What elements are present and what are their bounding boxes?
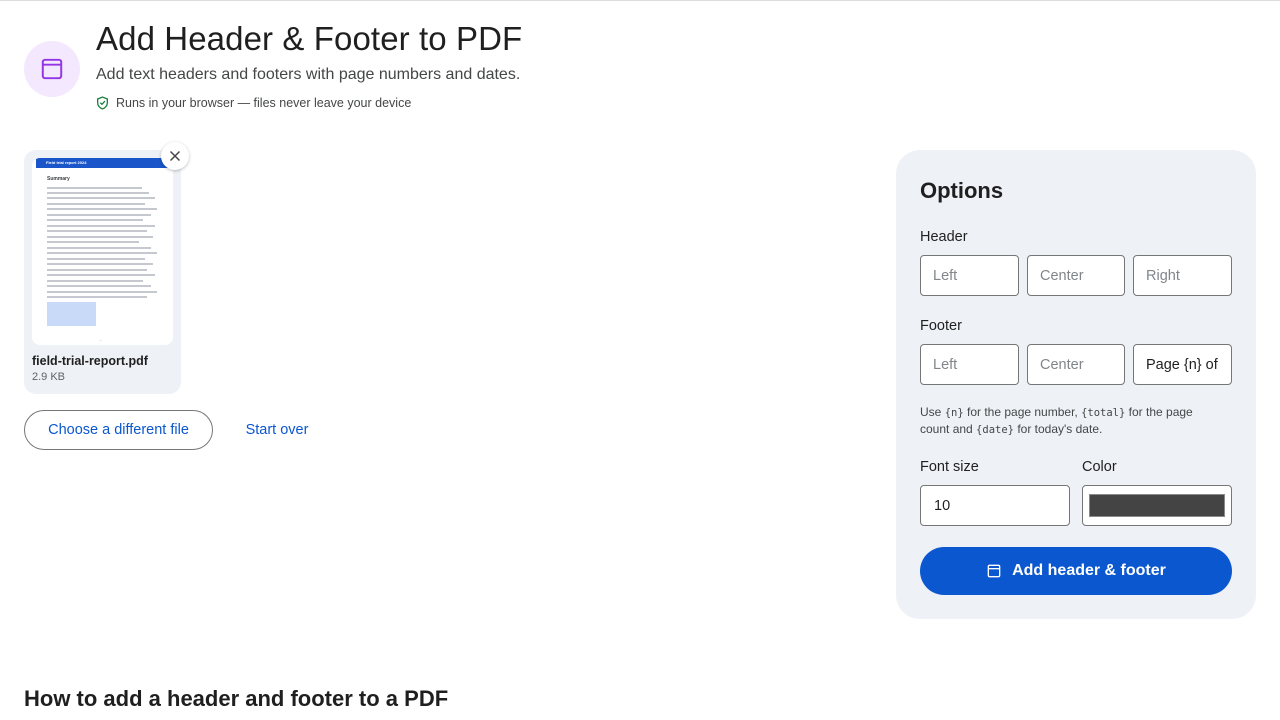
start-over-button[interactable]: Start over	[229, 410, 325, 450]
color-swatch	[1089, 494, 1225, 517]
options-title: Options	[920, 178, 1004, 203]
hint-token-n: {n}	[944, 407, 964, 419]
thumbnail-text-line	[47, 274, 155, 276]
thumbnail-text-line	[47, 225, 155, 227]
thumbnail-text-line	[47, 285, 151, 287]
thumbnail-text-line	[47, 258, 145, 260]
thumbnail-text-line	[47, 280, 143, 282]
header-center-input[interactable]	[1027, 255, 1125, 296]
thumbnail-text-line	[47, 247, 151, 249]
color-label: Color	[1082, 459, 1117, 475]
privacy-note: Runs in your browser — files never leave…	[96, 96, 411, 110]
pdf-thumbnail: Field trial report 2024 Summary —	[32, 158, 173, 345]
thumbnail-text-line	[47, 230, 147, 232]
hint-text: for the page number,	[963, 405, 1082, 419]
thumbnail-figure	[47, 302, 96, 326]
file-name: field-trial-report.pdf	[32, 354, 148, 368]
thumbnail-text-line	[47, 187, 142, 189]
hint-text: Use	[920, 405, 945, 419]
page-title: Add Header & Footer to PDF	[96, 20, 523, 57]
hint-token-total: {total}	[1081, 407, 1126, 419]
add-header-footer-label: Add header & footer	[1012, 562, 1166, 579]
footer-right-input[interactable]	[1133, 344, 1232, 385]
thumbnail-text-line	[47, 203, 145, 205]
header-footer-icon	[987, 564, 1001, 578]
thumbnail-text-line	[47, 236, 153, 238]
thumbnail-text-line	[47, 252, 157, 254]
footer-label: Footer	[920, 318, 962, 334]
thumbnail-text-line	[47, 263, 153, 265]
page-subtitle: Add text headers and footers with page n…	[96, 66, 521, 83]
placeholder-hint: Use {n} for the page number, {total} for…	[920, 404, 1220, 438]
choose-different-file-button[interactable]: Choose a different file	[24, 410, 213, 450]
thumbnail-text-line	[47, 192, 149, 194]
header-label: Header	[920, 229, 968, 245]
font-size-input[interactable]	[920, 485, 1070, 526]
privacy-note-text: Runs in your browser — files never leave…	[116, 96, 412, 110]
thumbnail-text-line	[47, 208, 157, 210]
thumbnail-text-line	[47, 214, 151, 216]
font-size-label: Font size	[920, 459, 979, 475]
thumbnail-text-line	[47, 241, 139, 243]
footer-center-input[interactable]	[1027, 344, 1125, 385]
add-header-footer-button[interactable]: Add header & footer	[920, 547, 1232, 595]
close-icon	[169, 150, 181, 162]
shield-check-icon	[97, 96, 108, 110]
file-size: 2.9 KB	[32, 371, 66, 383]
thumbnail-text-line	[47, 269, 147, 271]
color-picker[interactable]	[1082, 485, 1232, 526]
footer-left-input[interactable]	[920, 344, 1019, 385]
header-left-input[interactable]	[920, 255, 1019, 296]
hint-token-date: {date}	[976, 424, 1014, 436]
thumbnail-text-line	[47, 296, 147, 298]
top-divider	[0, 0, 1280, 1]
options-panel: Options Header Footer Use {n} for the pa…	[896, 150, 1256, 619]
thumbnail-text-line	[47, 197, 155, 199]
tool-icon-badge	[24, 41, 80, 97]
header-right-input[interactable]	[1133, 255, 1232, 296]
thumbnail-banner: Field trial report 2024	[36, 158, 169, 168]
hint-text: for today's date.	[1013, 422, 1103, 436]
thumbnail-text-line	[47, 291, 157, 293]
thumbnail-page-number: —	[99, 338, 102, 342]
remove-file-button[interactable]	[161, 142, 189, 170]
how-to-heading: How to add a header and footer to a PDF	[24, 686, 449, 711]
thumbnail-text-line	[47, 219, 143, 221]
header-footer-icon	[41, 58, 63, 80]
thumbnail-heading: Summary	[47, 176, 70, 182]
file-card: Field trial report 2024 Summary — field-…	[24, 150, 181, 394]
